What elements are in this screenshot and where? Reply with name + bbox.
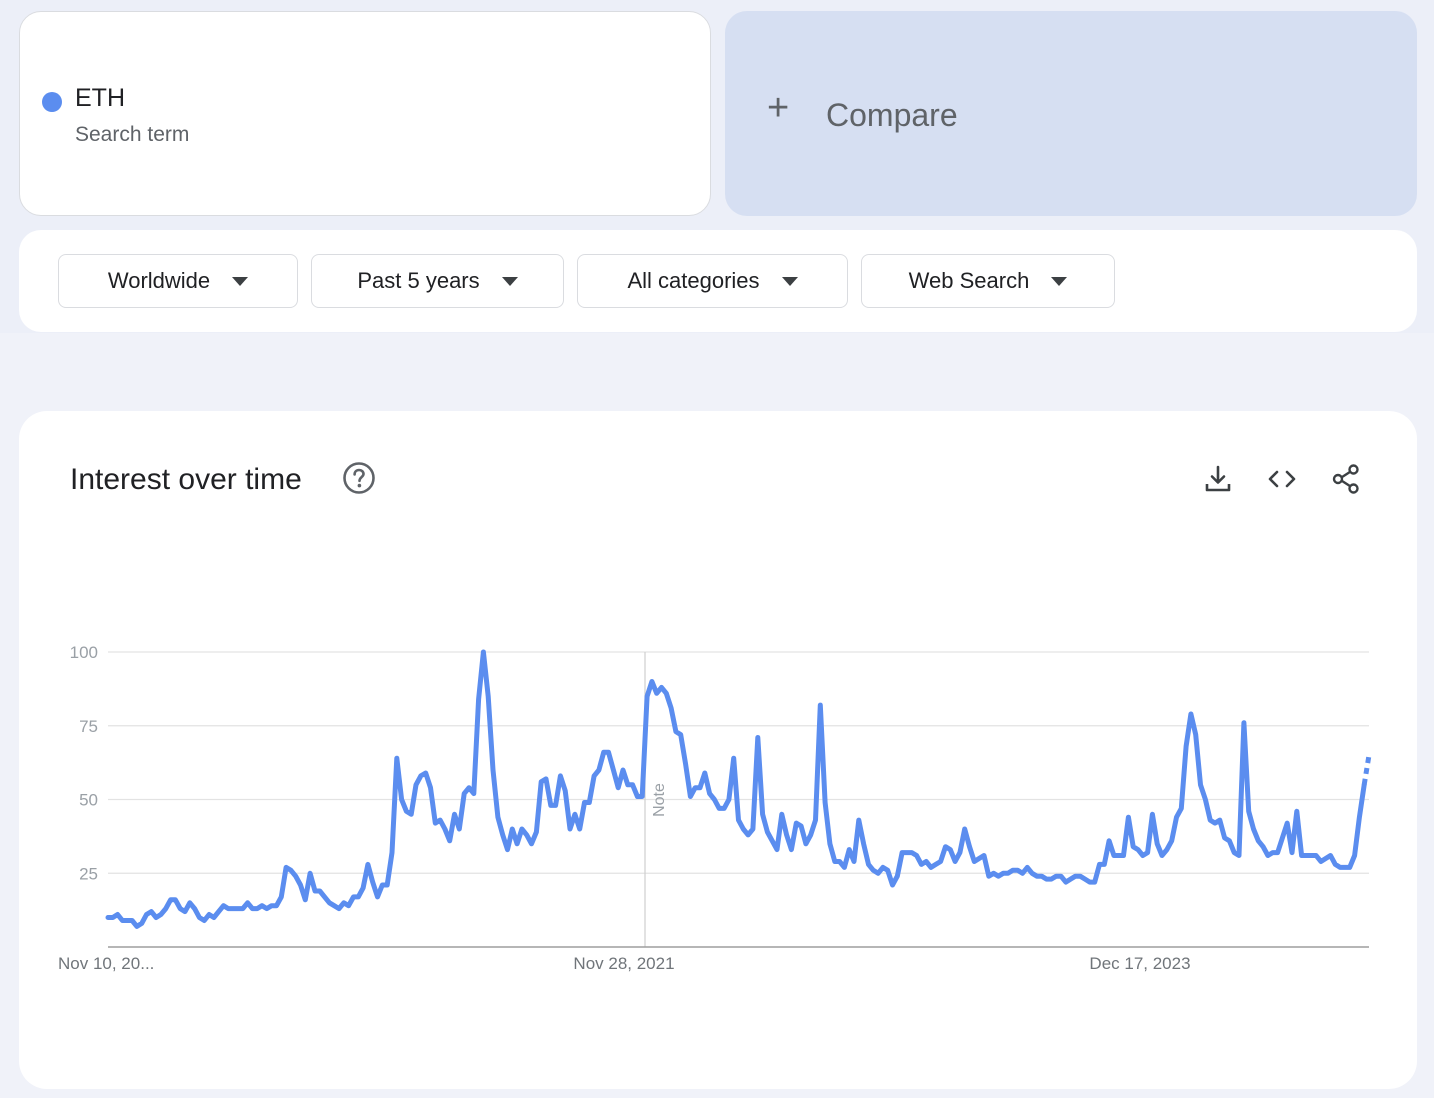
y-tick-label: 100 bbox=[70, 643, 98, 662]
y-tick-label: 50 bbox=[79, 791, 98, 810]
x-tick-label: Nov 28, 2021 bbox=[573, 954, 674, 973]
y-tick-label: 25 bbox=[79, 864, 98, 883]
series-partial-segment bbox=[1361, 754, 1372, 786]
x-tick-label: Dec 17, 2023 bbox=[1089, 954, 1190, 973]
y-tick-label: 75 bbox=[79, 717, 98, 736]
interest-line-chart: 25 50 75 100 Note Nov 10, 20... Nov 28, 2021… bbox=[58, 643, 1372, 973]
x-tick-label: Nov 10, 20... bbox=[58, 954, 154, 973]
series-line-eth[interactable] bbox=[105, 649, 1367, 929]
note-marker-label[interactable]: Note bbox=[651, 783, 668, 817]
